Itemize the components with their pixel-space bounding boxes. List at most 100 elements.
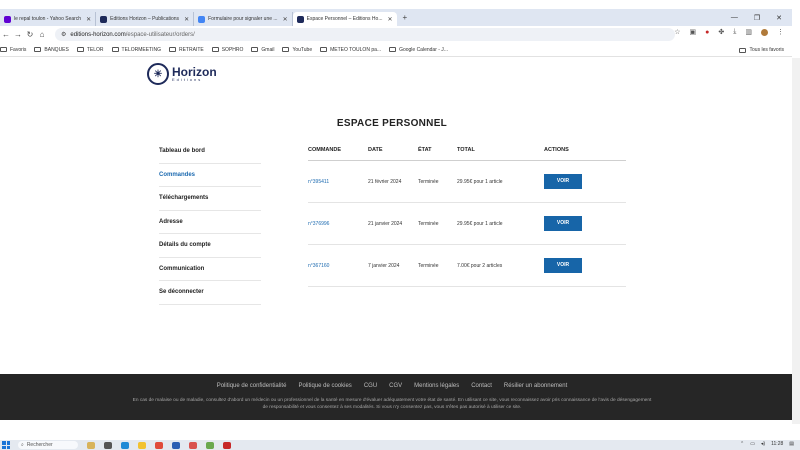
sidebar-item[interactable]: Adresse xyxy=(159,211,261,234)
bookmark-item[interactable]: SOPHRO xyxy=(211,47,243,53)
menu-icon[interactable]: ⋮ xyxy=(777,28,784,36)
url-input[interactable]: ⚙ editions-horizon.com /espace-utilisate… xyxy=(55,28,675,41)
address-bar-row: ← → ↻ ⌂ ⚙ editions-horizon.com /espace-u… xyxy=(0,26,792,43)
order-number-link[interactable]: n°376996 xyxy=(308,221,368,227)
footer-link[interactable]: CGV xyxy=(389,383,402,389)
bookmark-item[interactable]: Favoris xyxy=(0,47,26,53)
app-icon[interactable] xyxy=(189,441,197,449)
close-tab-icon[interactable]: ✕ xyxy=(283,16,288,23)
bookmark-item[interactable]: Gmail xyxy=(251,47,274,53)
sidebar-item[interactable]: Tableau de bord xyxy=(159,140,261,164)
taskbar: ⌕ Rechercher ⌃ ▭ ◂) 11:28 ▤ xyxy=(0,440,800,450)
bookmark-item[interactable]: BANQUES xyxy=(34,47,69,53)
tab-favicon-icon xyxy=(4,15,11,23)
download-icon[interactable]: ⤓ xyxy=(733,28,736,36)
bookmark-label: Google Calendar - J... xyxy=(399,46,448,53)
paint-icon[interactable] xyxy=(206,441,214,449)
browser-tab[interactable]: Editions Horizon – Publications ✕ xyxy=(96,12,195,26)
site-logo[interactable]: ☀ Horizon Editions xyxy=(147,63,217,85)
close-tab-icon[interactable]: ✕ xyxy=(86,16,91,23)
footer-link[interactable]: Politique de cookies xyxy=(298,383,351,389)
home-icon[interactable]: ⌂ xyxy=(36,30,48,39)
explorer-icon[interactable] xyxy=(138,441,146,449)
order-status: Terminée xyxy=(418,262,439,269)
order-date: 21 février 2024 xyxy=(368,178,402,185)
close-tab-icon[interactable]: ✕ xyxy=(184,16,189,23)
order-total: 29.95€ pour 1 article xyxy=(457,178,503,185)
sidebar-item[interactable]: Téléchargements xyxy=(159,187,261,211)
view-order-button[interactable]: VOIR xyxy=(544,258,582,273)
footer-link[interactable]: Contact xyxy=(471,383,492,389)
browser-tab[interactable]: Espace Personnel – Editions Ho... ✕ xyxy=(292,12,397,26)
acrobat-icon[interactable] xyxy=(223,441,231,449)
widgets-icon[interactable] xyxy=(87,441,95,449)
back-icon[interactable]: ← xyxy=(0,30,12,39)
notification-icon[interactable]: ▤ xyxy=(789,441,794,447)
all-bookmarks[interactable]: Tous les favoris xyxy=(738,43,784,57)
view-order-button[interactable]: VOIR xyxy=(544,174,582,189)
view-order-button[interactable]: VOIR xyxy=(544,216,582,231)
footer-link[interactable]: Politique de confidentialité xyxy=(217,383,287,389)
tab-favicon-icon xyxy=(100,15,108,23)
task-view-icon[interactable] xyxy=(104,441,112,449)
new-tab-button[interactable]: + xyxy=(403,13,408,22)
taskbar-search[interactable]: ⌕ Rechercher xyxy=(18,441,78,449)
sidebar-item[interactable]: Commandes xyxy=(159,164,261,187)
footer-link[interactable]: CGU xyxy=(364,383,377,389)
volume-icon[interactable]: ◂) xyxy=(761,441,765,447)
footer-link[interactable]: Mentions légales xyxy=(414,383,459,389)
maximize-icon[interactable]: ❐ xyxy=(754,14,760,22)
tray-chevron-icon[interactable]: ⌃ xyxy=(740,441,744,447)
browser-tab[interactable]: Formulaire pour signaler une ... ✕ xyxy=(194,12,293,26)
windows-start-icon[interactable] xyxy=(2,441,10,449)
shield-icon[interactable]: ● xyxy=(705,29,709,36)
site-info-icon[interactable]: ⚙ xyxy=(61,31,66,38)
minimize-icon[interactable]: — xyxy=(731,14,738,21)
folder-icon xyxy=(76,47,84,52)
close-window-icon[interactable]: ✕ xyxy=(776,14,782,22)
bookmark-item[interactable]: YouTube xyxy=(282,47,312,53)
puzzle-icon[interactable]: ✤ xyxy=(718,28,724,36)
header-commande: COMMANDE xyxy=(308,147,341,153)
word-icon[interactable] xyxy=(172,441,180,449)
bookmark-label: Gmail xyxy=(261,46,275,53)
folder-icon xyxy=(34,47,42,52)
bookmark-item[interactable]: Google Calendar - J... xyxy=(389,47,448,53)
extension-icon[interactable]: ▣ xyxy=(690,28,697,36)
bookmark-star-icon[interactable]: ☆ xyxy=(674,28,680,36)
table-row: n°395411 21 février 2024 Terminée 29.95€… xyxy=(308,161,626,203)
forward-icon[interactable]: → xyxy=(12,30,24,39)
bookmark-label: RETRAITE xyxy=(178,46,204,53)
order-number-link[interactable]: n°395411 xyxy=(308,179,368,185)
bookmark-item[interactable]: TELORMEETING xyxy=(111,47,161,53)
bookmark-item[interactable]: RETRAITE xyxy=(168,46,204,53)
reload-icon[interactable]: ↻ xyxy=(24,30,36,39)
header-date: DATE xyxy=(368,147,383,153)
sidepanel-icon[interactable]: ▥ xyxy=(745,28,752,36)
all-bookmarks-label: Tous les favoris xyxy=(749,47,784,53)
sidebar-item[interactable]: Communication xyxy=(159,258,261,281)
bookmarks-bar: Favoris BANQUES TELOR TELORMEETING RETRAITE S… xyxy=(0,43,792,57)
page-scrollbar[interactable] xyxy=(792,58,800,424)
browser-tab[interactable]: le repal toulon - Yahoo Search ✕ xyxy=(0,12,97,26)
bookmark-label: TELOR xyxy=(86,46,104,53)
header-etat: ÉTAT xyxy=(418,147,432,153)
close-tab-icon[interactable]: ✕ xyxy=(388,16,393,23)
sidebar-item[interactable]: Se déconnecter xyxy=(159,281,261,305)
sidebar-item[interactable]: Détails du compte xyxy=(159,234,261,258)
network-icon[interactable]: ▭ xyxy=(750,441,755,447)
folder-icon xyxy=(168,47,176,52)
footer-link[interactable]: Résilier un abonnement xyxy=(504,383,567,389)
bookmark-item[interactable]: TELOR xyxy=(76,46,104,53)
bookmark-item[interactable]: METEO TOULON pa... xyxy=(320,47,381,53)
clock[interactable]: 11:28 xyxy=(771,441,783,447)
tab-title: Formulaire pour signaler une ... xyxy=(208,16,278,22)
order-number-link[interactable]: n°367160 xyxy=(308,263,368,269)
chrome-icon[interactable] xyxy=(155,441,163,449)
edge-icon[interactable] xyxy=(121,441,129,449)
header-actions: ACTIONS xyxy=(544,147,569,153)
tab-favicon-icon xyxy=(296,15,304,23)
table-row: n°376996 21 janvier 2024 Terminée 29.95€… xyxy=(308,203,626,245)
avatar[interactable] xyxy=(761,28,768,36)
search-icon: ⌕ xyxy=(21,442,24,448)
